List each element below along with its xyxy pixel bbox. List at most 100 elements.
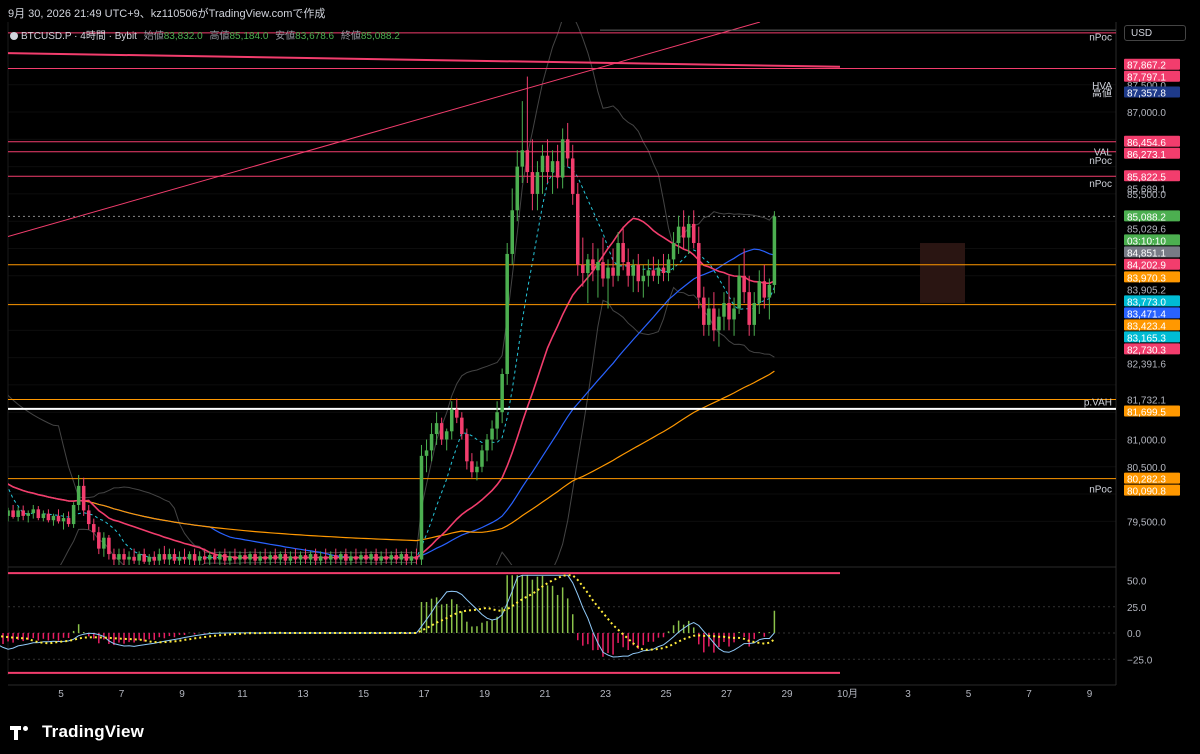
candle-body[interactable]	[323, 556, 328, 560]
candle-body[interactable]	[16, 510, 20, 517]
candle-body[interactable]	[636, 264, 641, 282]
candle-body[interactable]	[727, 303, 731, 320]
candle-body[interactable]	[344, 554, 348, 561]
candle-body[interactable]	[671, 243, 676, 260]
candle-body[interactable]	[349, 556, 353, 561]
candle-body[interactable]	[732, 308, 736, 320]
candle-body[interactable]	[525, 150, 530, 173]
candle-body[interactable]	[288, 556, 293, 561]
candle-body[interactable]	[394, 555, 399, 560]
candle-body[interactable]	[702, 297, 706, 325]
candle-body[interactable]	[258, 556, 262, 561]
candle-body[interactable]	[26, 513, 30, 516]
candle-body[interactable]	[248, 554, 252, 560]
candle-body[interactable]	[515, 166, 520, 211]
candle-body[interactable]	[92, 524, 96, 533]
candle-body[interactable]	[742, 275, 746, 293]
candle-body[interactable]	[490, 428, 494, 440]
candle-body[interactable]	[717, 316, 721, 331]
candle-body[interactable]	[359, 555, 363, 560]
candle-body[interactable]	[621, 243, 625, 263]
candle-body[interactable]	[202, 556, 207, 560]
candle-body[interactable]	[611, 267, 615, 276]
candle-body[interactable]	[565, 139, 570, 159]
candle-body[interactable]	[626, 262, 630, 276]
candle-body[interactable]	[616, 243, 620, 276]
candle-body[interactable]	[197, 556, 202, 561]
candle-body[interactable]	[233, 556, 237, 560]
candle-body[interactable]	[676, 226, 681, 244]
candle-body[interactable]	[686, 223, 691, 238]
candle-body[interactable]	[308, 554, 313, 560]
candle-body[interactable]	[631, 264, 635, 276]
candle-body[interactable]	[581, 264, 585, 274]
candle-body[interactable]	[147, 556, 151, 562]
candle-body[interactable]	[56, 515, 61, 522]
candle-body[interactable]	[399, 554, 404, 560]
candle-body[interactable]	[656, 267, 661, 276]
candle-body[interactable]	[177, 556, 182, 561]
candle-body[interactable]	[41, 513, 46, 519]
candle-body[interactable]	[576, 193, 580, 265]
candle-body[interactable]	[223, 554, 227, 561]
candle-body[interactable]	[97, 532, 101, 549]
candle-body[interactable]	[691, 223, 696, 244]
candle-body[interactable]	[364, 555, 368, 560]
candle-body[interactable]	[107, 537, 111, 555]
candle-body[interactable]	[772, 216, 777, 285]
candle-body[interactable]	[71, 504, 76, 525]
candle-body[interactable]	[263, 556, 267, 560]
candle-body[interactable]	[172, 554, 177, 561]
candle-body[interactable]	[117, 554, 121, 560]
candle-body[interactable]	[152, 556, 157, 561]
candle-body[interactable]	[681, 226, 686, 238]
candle-body[interactable]	[334, 555, 338, 560]
candle-body[interactable]	[475, 466, 479, 473]
candle-body[interactable]	[661, 267, 666, 274]
candle-body[interactable]	[192, 554, 197, 561]
candle-body[interactable]	[641, 275, 646, 282]
candle-body[interactable]	[540, 155, 545, 173]
candle-body[interactable]	[712, 308, 716, 331]
candle-body[interactable]	[46, 513, 51, 521]
candle-body[interactable]	[752, 303, 756, 325]
candle-body[interactable]	[218, 554, 222, 560]
candle-body[interactable]	[596, 262, 600, 271]
candle-body[interactable]	[737, 275, 741, 309]
candle-body[interactable]	[132, 556, 136, 561]
candle-body[interactable]	[530, 172, 535, 194]
candle-body[interactable]	[439, 423, 444, 440]
candle-body[interactable]	[505, 253, 509, 374]
candle-body[interactable]	[162, 554, 167, 560]
candle-body[interactable]	[757, 281, 762, 304]
candle-body[interactable]	[570, 158, 575, 194]
chart-canvas[interactable]: 50.025.00.0−25.0 87,500.087,000.085,500.…	[0, 0, 1200, 754]
candle-body[interactable]	[722, 303, 726, 317]
candle-body[interactable]	[762, 281, 767, 298]
candle-body[interactable]	[303, 555, 308, 560]
candle-body[interactable]	[273, 555, 278, 560]
candle-body[interactable]	[646, 270, 651, 276]
candle-body[interactable]	[455, 409, 459, 418]
candle-body[interactable]	[591, 259, 595, 271]
candle-body[interactable]	[31, 509, 36, 514]
candle-body[interactable]	[697, 243, 701, 298]
candle-body[interactable]	[429, 434, 434, 451]
candle-body[interactable]	[379, 556, 383, 561]
candle-body[interactable]	[142, 554, 146, 562]
candle-body[interactable]	[182, 556, 187, 560]
candle-body[interactable]	[555, 161, 560, 178]
candle-body[interactable]	[747, 292, 751, 325]
candle-body[interactable]	[298, 555, 303, 560]
candle-body[interactable]	[444, 431, 449, 440]
candle-body[interactable]	[61, 518, 66, 522]
candle-body[interactable]	[21, 510, 25, 516]
candle-body[interactable]	[157, 554, 162, 561]
candle-body[interactable]	[510, 210, 514, 254]
candle-body[interactable]	[122, 554, 126, 560]
candle-body[interactable]	[213, 555, 217, 560]
candle-body[interactable]	[419, 455, 424, 560]
candle-body[interactable]	[767, 284, 772, 298]
candle-body[interactable]	[318, 556, 323, 561]
candle-body[interactable]	[293, 556, 298, 560]
